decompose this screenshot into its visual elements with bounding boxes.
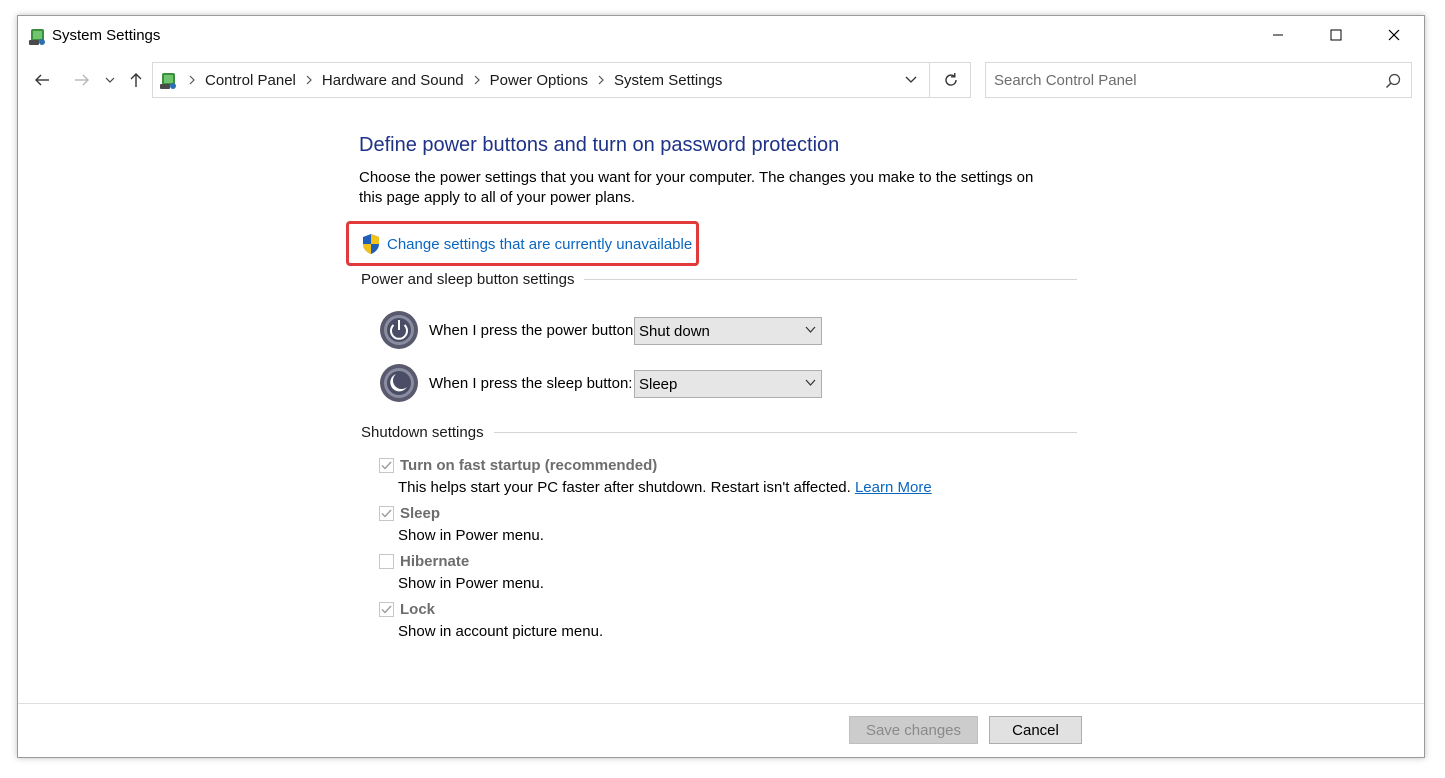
chevron-down-icon xyxy=(905,76,917,83)
hibernate-option-label: Hibernate xyxy=(400,553,470,570)
recent-locations-button[interactable] xyxy=(100,68,120,92)
power-icon xyxy=(380,311,418,349)
refresh-icon xyxy=(944,73,957,86)
close-icon xyxy=(1388,29,1400,41)
chevron-down-icon xyxy=(105,77,115,83)
change-settings-link-text[interactable]: Change settings that are currently unava… xyxy=(387,236,692,253)
lock-option-label: Lock xyxy=(400,601,436,618)
minimize-icon xyxy=(1273,34,1283,36)
learn-more-link[interactable]: Learn More xyxy=(855,479,932,496)
system-settings-window: System Settings Control Panel Hardware a… xyxy=(17,15,1425,758)
search-input[interactable] xyxy=(994,71,1374,89)
chevron-down-icon xyxy=(805,326,816,333)
navigation-bar: Control Panel Hardware and Sound Power O… xyxy=(18,62,1424,98)
sleep-button-action-select[interactable]: Sleep xyxy=(634,370,822,398)
close-button[interactable] xyxy=(1365,16,1423,54)
search-box[interactable] xyxy=(985,62,1412,98)
checkmark-icon xyxy=(381,461,392,470)
lock-option-description: Show in account picture menu. xyxy=(398,623,604,640)
hibernate-option: Hibernate Show in Power menu. xyxy=(379,553,544,592)
maximize-icon xyxy=(1330,29,1342,41)
sleep-option-label: Sleep xyxy=(400,505,441,522)
shutdown-section-header: Shutdown settings xyxy=(361,424,1077,441)
sleep-icon xyxy=(380,364,418,402)
cancel-button[interactable]: Cancel xyxy=(989,716,1082,744)
divider xyxy=(584,279,1077,280)
search-icon xyxy=(1385,73,1401,89)
fast-startup-description-text: This helps start your PC faster after sh… xyxy=(398,479,851,496)
fast-startup-option: Turn on fast startup (recommended) This … xyxy=(379,457,932,496)
forward-button[interactable] xyxy=(70,68,94,92)
hibernate-checkbox[interactable] xyxy=(379,554,394,569)
shutdown-section-title: Shutdown settings xyxy=(361,424,484,441)
checkmark-icon xyxy=(381,605,392,614)
breadcrumb-control-panel[interactable]: Control Panel xyxy=(205,72,296,89)
arrow-up-icon xyxy=(130,73,142,87)
sleep-button-action-value: Sleep xyxy=(639,375,678,393)
control-panel-icon xyxy=(160,73,176,89)
refresh-button[interactable] xyxy=(929,63,971,97)
window-title: System Settings xyxy=(52,27,161,44)
address-dropdown-button[interactable] xyxy=(893,63,929,97)
sleep-button-label: When I press the sleep button: xyxy=(429,374,633,392)
arrow-right-icon xyxy=(75,74,89,86)
breadcrumb-chevron-icon xyxy=(474,75,481,85)
breadcrumb-system-settings[interactable]: System Settings xyxy=(614,72,722,89)
main-content: Define power buttons and turn on passwor… xyxy=(346,132,1079,640)
highlight-box: Change settings that are currently unava… xyxy=(346,221,699,266)
power-section-header: Power and sleep button settings xyxy=(361,271,1077,288)
breadcrumb-chevron-icon xyxy=(189,75,196,85)
hibernate-option-description: Show in Power menu. xyxy=(398,575,544,592)
address-bar[interactable]: Control Panel Hardware and Sound Power O… xyxy=(152,62,971,98)
footer-divider xyxy=(18,703,1424,704)
minimize-button[interactable] xyxy=(1249,16,1307,54)
chevron-down-icon xyxy=(805,379,816,386)
sleep-option-description: Show in Power menu. xyxy=(398,527,544,544)
divider xyxy=(493,432,1077,433)
fast-startup-label: Turn on fast startup (recommended) xyxy=(400,457,658,474)
lock-option: Lock Show in account picture menu. xyxy=(379,601,603,640)
control-panel-icon xyxy=(29,29,45,45)
page-title: Define power buttons and turn on passwor… xyxy=(359,134,840,156)
title-bar: System Settings xyxy=(18,16,1424,56)
change-settings-link[interactable]: Change settings that are currently unava… xyxy=(361,233,692,255)
lock-checkbox[interactable] xyxy=(379,602,394,617)
power-button-row: When I press the power button: xyxy=(379,310,637,350)
page-description: Choose the power settings that you want … xyxy=(359,169,1034,206)
power-section-title: Power and sleep button settings xyxy=(361,271,575,288)
arrow-left-icon xyxy=(35,74,49,86)
sleep-button-row: When I press the sleep button: xyxy=(379,363,632,403)
sleep-option: Sleep Show in Power menu. xyxy=(379,505,544,544)
maximize-button[interactable] xyxy=(1307,16,1365,54)
breadcrumb-power-options[interactable]: Power Options xyxy=(490,72,588,89)
up-button[interactable] xyxy=(124,68,148,92)
breadcrumb-chevron-icon xyxy=(598,75,605,85)
power-button-action-select[interactable]: Shut down xyxy=(634,317,822,345)
sleep-checkbox[interactable] xyxy=(379,506,394,521)
back-button[interactable] xyxy=(30,68,54,92)
uac-shield-icon xyxy=(363,234,379,254)
power-button-label: When I press the power button: xyxy=(429,321,638,339)
breadcrumb-chevron-icon xyxy=(306,75,313,85)
fast-startup-checkbox[interactable] xyxy=(379,458,394,473)
power-button-action-value: Shut down xyxy=(639,322,710,340)
save-changes-button[interactable]: Save changes xyxy=(849,716,978,744)
checkmark-icon xyxy=(381,509,392,518)
fast-startup-description: This helps start your PC faster after sh… xyxy=(398,479,932,496)
breadcrumb-hardware-and-sound[interactable]: Hardware and Sound xyxy=(322,72,464,89)
